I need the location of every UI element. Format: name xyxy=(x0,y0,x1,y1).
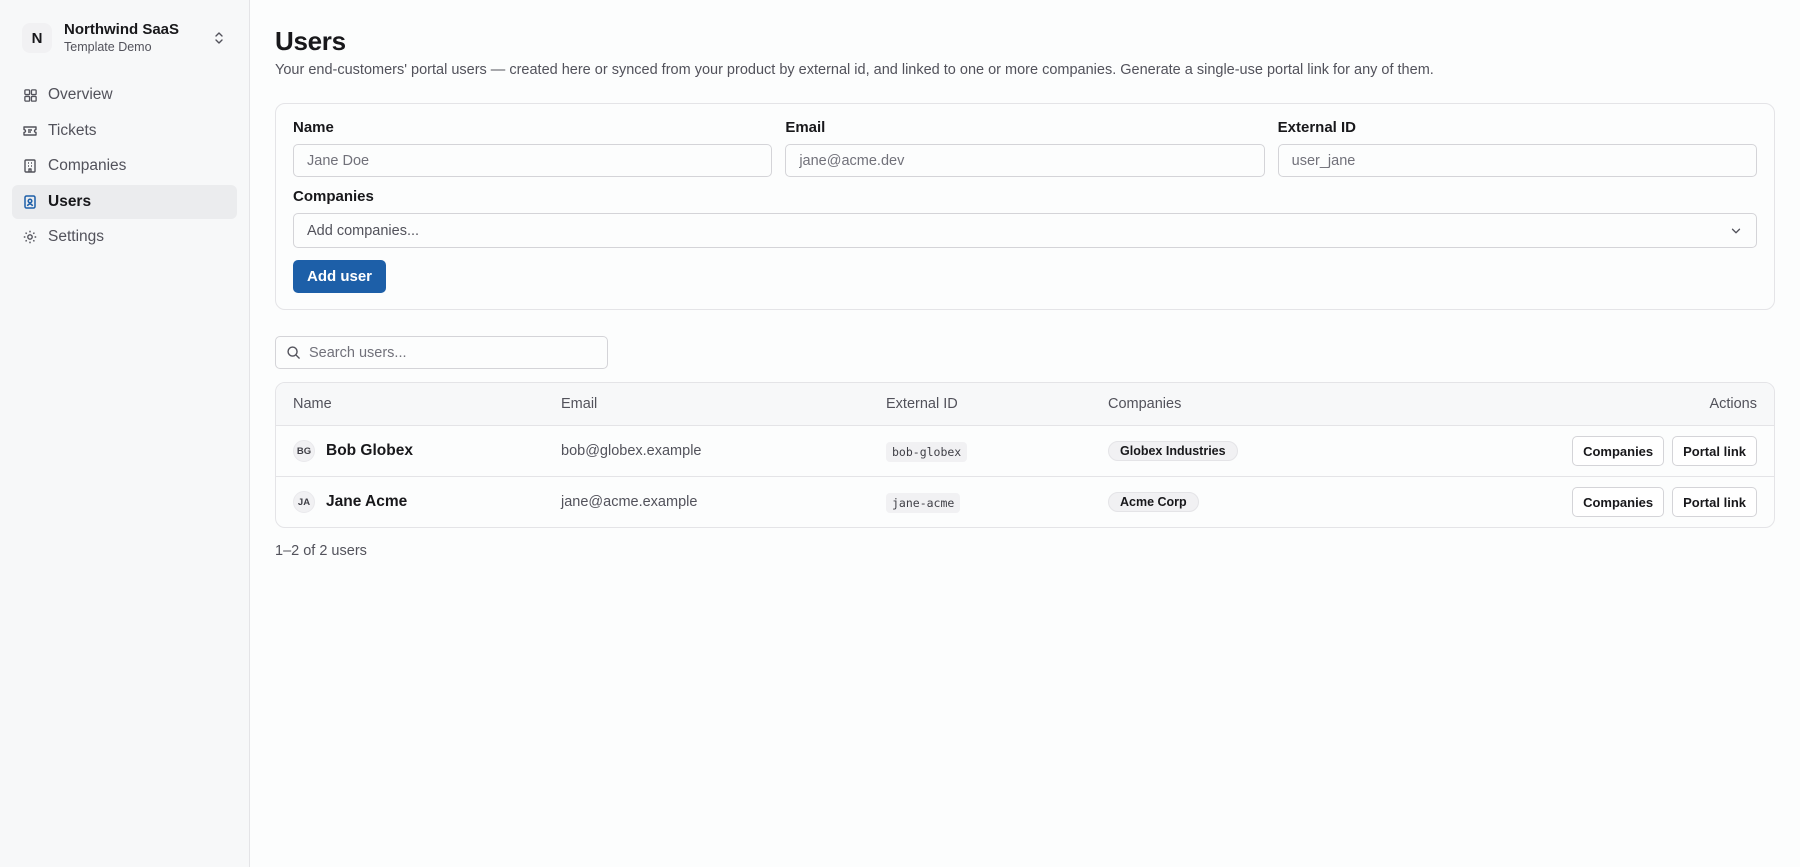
sidebar-nav: Overview Tickets Companies Users Setting… xyxy=(12,78,237,254)
table-row: BG Bob Globex bob@globex.example bob-glo… xyxy=(276,425,1774,476)
companies-button[interactable]: Companies xyxy=(1572,487,1665,517)
avatar: JA xyxy=(293,491,315,513)
ticket-icon xyxy=(22,123,38,139)
external-id-code: jane-acme xyxy=(886,493,961,513)
email-label: Email xyxy=(785,119,826,136)
column-header-companies: Companies xyxy=(1108,396,1182,412)
user-email: jane@acme.example xyxy=(561,494,698,510)
sidebar-item-label: Tickets xyxy=(48,121,97,139)
chevrons-up-down-icon xyxy=(215,32,223,44)
external-id-code: bob-globex xyxy=(886,442,968,462)
pagination-summary: 1–2 of 2 users xyxy=(275,543,367,559)
user-email: bob@globex.example xyxy=(561,443,702,459)
sidebar: N Northwind SaaS Template Demo Overview … xyxy=(0,0,250,867)
companies-cell: Acme Corp xyxy=(1108,492,1567,512)
external-id-field-group: External ID xyxy=(1277,118,1757,177)
sidebar-item-label: Companies xyxy=(48,157,127,174)
users-table: Name Email External ID Companies Actions… xyxy=(275,382,1775,528)
user-cell: JA Jane Acme xyxy=(293,491,561,513)
companies-select[interactable]: Add companies... xyxy=(293,213,1757,248)
companies-button[interactable]: Companies xyxy=(1572,436,1665,466)
name-input[interactable] xyxy=(293,144,773,177)
sidebar-item-label: Users xyxy=(48,192,92,210)
workspace-switcher[interactable]: N Northwind SaaS Template Demo xyxy=(12,12,237,64)
add-user-form: Name Email External ID Companies Add com… xyxy=(275,103,1775,310)
table-header: Name Email External ID Companies Actions xyxy=(276,383,1774,425)
sidebar-item-companies[interactable]: Companies xyxy=(12,149,237,183)
table-row: JA Jane Acme jane@acme.example jane-acme… xyxy=(276,476,1774,527)
user-name: Bob Globex xyxy=(326,442,413,459)
search-icon xyxy=(286,345,301,360)
building-icon xyxy=(22,158,38,174)
sidebar-item-tickets[interactable]: Tickets xyxy=(12,114,237,148)
search-box[interactable] xyxy=(275,336,608,369)
user-badge-icon xyxy=(22,194,38,210)
name-field-group: Name xyxy=(293,118,773,177)
sidebar-item-label: Overview xyxy=(48,86,113,103)
chevron-down-icon xyxy=(1731,228,1741,233)
sidebar-item-label: Settings xyxy=(48,228,105,245)
sidebar-item-overview[interactable]: Overview xyxy=(12,78,237,112)
name-label: Name xyxy=(293,119,334,136)
email-input[interactable] xyxy=(785,144,1265,177)
company-badge: Acme Corp xyxy=(1108,492,1199,512)
workspace-avatar: N xyxy=(22,23,52,53)
user-name: Jane Acme xyxy=(326,493,408,510)
gear-icon xyxy=(22,229,38,245)
user-cell: BG Bob Globex xyxy=(293,440,561,462)
grid-icon xyxy=(22,87,38,103)
external-id-cell: bob-globex xyxy=(886,442,1108,462)
sidebar-item-settings[interactable]: Settings xyxy=(12,220,237,254)
companies-select-placeholder: Add companies... xyxy=(307,222,420,239)
main-content: Users Your end-customers' portal users —… xyxy=(250,0,1800,867)
form-row: Name Email External ID xyxy=(293,118,1757,177)
search-input[interactable] xyxy=(309,344,597,361)
external-id-input[interactable] xyxy=(1277,144,1757,177)
avatar: BG xyxy=(293,440,315,462)
portal-link-button[interactable]: Portal link xyxy=(1672,436,1757,466)
sidebar-item-users[interactable]: Users xyxy=(12,184,237,219)
workspace-name: Northwind SaaS xyxy=(64,20,180,38)
external-id-cell: jane-acme xyxy=(886,493,1108,513)
row-actions: Companies Portal link xyxy=(1567,436,1757,466)
email-field-group: Email xyxy=(785,118,1265,177)
workspace-text: Northwind SaaS Template Demo xyxy=(64,21,211,56)
column-header-external-id: External ID xyxy=(886,396,958,412)
add-user-button[interactable]: Add user xyxy=(293,260,387,293)
page-title: Users xyxy=(275,26,346,56)
portal-link-button[interactable]: Portal link xyxy=(1672,487,1757,517)
row-actions: Companies Portal link xyxy=(1567,487,1757,517)
companies-label: Companies xyxy=(293,188,374,205)
external-id-label: External ID xyxy=(1277,119,1357,136)
company-badge: Globex Industries xyxy=(1108,441,1238,461)
page-description: Your end-customers' portal users — creat… xyxy=(275,62,1434,78)
column-header-name: Name xyxy=(293,396,332,412)
column-header-actions: Actions xyxy=(1709,396,1757,412)
workspace-subtitle: Template Demo xyxy=(64,39,152,54)
column-header-email: Email xyxy=(561,396,598,412)
companies-cell: Globex Industries xyxy=(1108,441,1567,461)
